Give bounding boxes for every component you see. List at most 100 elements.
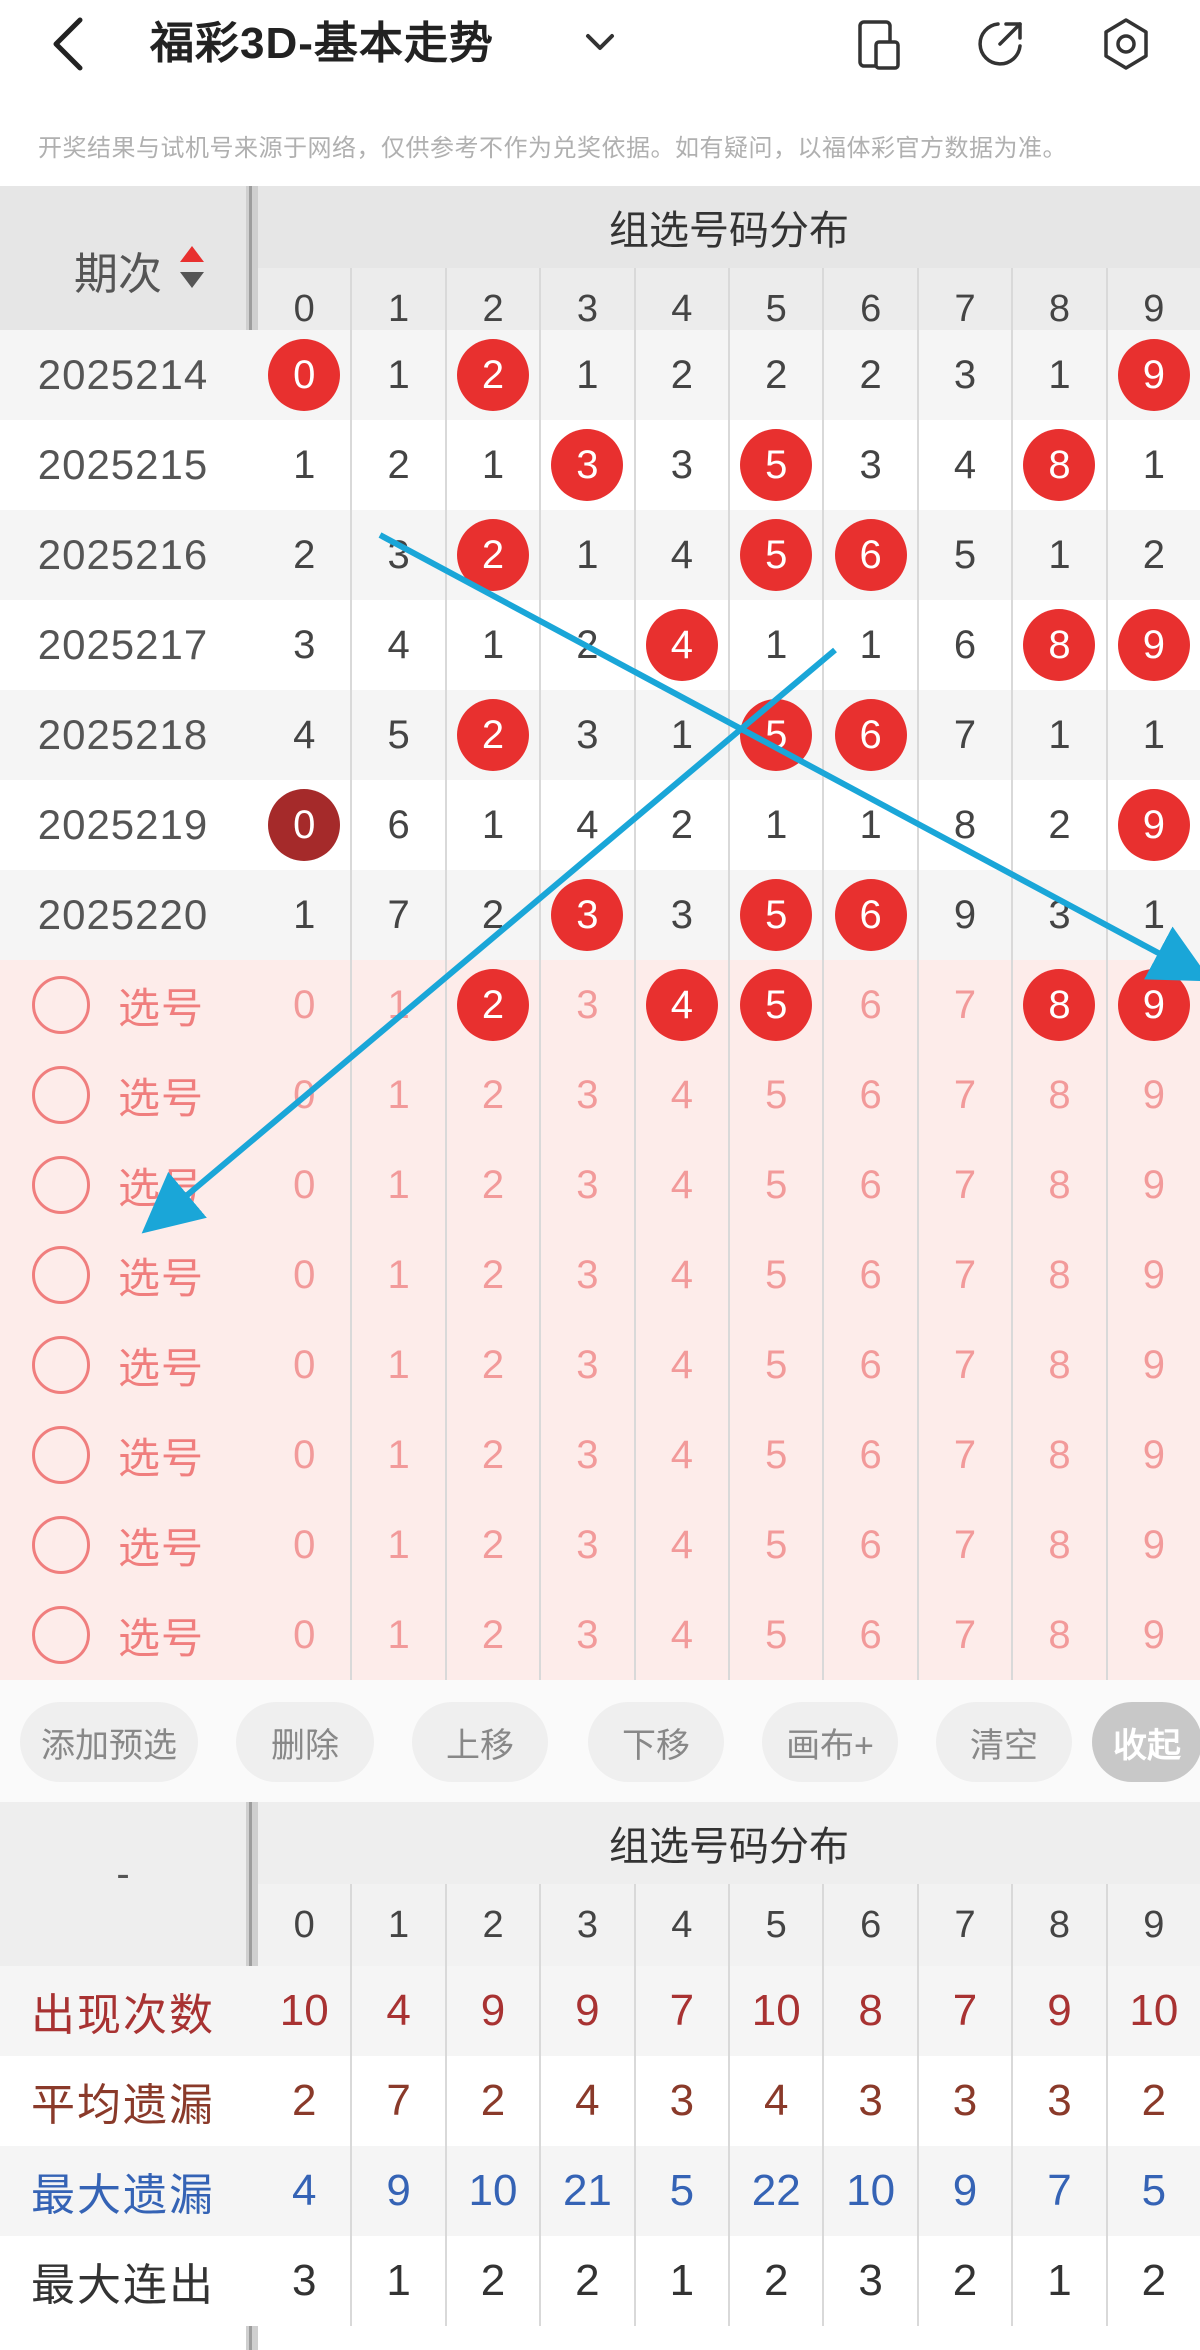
pick-digit-cell[interactable]: 1 <box>350 960 444 1050</box>
digit-cell[interactable]: 3 <box>916 330 1011 420</box>
digit-cell[interactable]: 1 <box>258 870 350 960</box>
table-row[interactable]: 2025217 3 4 1 2 4 1 1 6 8 9 <box>0 600 1200 690</box>
pick-digit-cell[interactable]: 0 <box>258 1410 350 1500</box>
digit-cell[interactable]: 1 <box>1105 870 1200 960</box>
digit-cell[interactable]: 3 <box>822 420 916 510</box>
digit-cell[interactable]: 1 <box>1011 690 1105 780</box>
pick-digit-cell[interactable]: 1 <box>350 1140 444 1230</box>
digit-cell[interactable]: 3 <box>539 870 633 960</box>
pick-row[interactable]: 选号 0 1 2 3 4 5 6 7 8 9 <box>0 1410 1200 1500</box>
pick-radio-circle[interactable] <box>32 1426 90 1484</box>
digit-cell[interactable]: 1 <box>444 780 539 870</box>
back-arrow-icon[interactable] <box>40 12 100 76</box>
digit-cell[interactable]: 8 <box>916 780 1011 870</box>
pick-digit-cell[interactable]: 7 <box>916 1050 1011 1140</box>
digit-cell[interactable]: 1 <box>444 600 539 690</box>
digit-cell[interactable]: 1 <box>633 690 728 780</box>
pick-digit-cell[interactable]: 1 <box>350 1500 444 1590</box>
pick-digit-cell[interactable]: 3 <box>539 1590 633 1680</box>
digit-cell[interactable]: 4 <box>350 600 444 690</box>
pick-digit-cell[interactable]: 2 <box>444 1050 539 1140</box>
pick-digit-cell[interactable]: 2 <box>444 1320 539 1410</box>
pick-selector[interactable]: 选号 <box>0 1140 246 1230</box>
digit-cell[interactable]: 2 <box>822 330 916 420</box>
share-icon[interactable] <box>972 16 1028 72</box>
pick-digit-cell[interactable]: 3 <box>539 960 633 1050</box>
pick-digit-cell[interactable]: 3 <box>539 1500 633 1590</box>
digit-cell[interactable]: 5 <box>728 690 822 780</box>
digit-cell[interactable]: 1 <box>822 780 916 870</box>
pick-digit-cell[interactable]: 6 <box>822 1230 916 1320</box>
pick-digit-cell[interactable]: 8 <box>1011 960 1105 1050</box>
pick-row[interactable]: 选号 0 1 2 3 4 5 6 7 8 9 <box>0 1500 1200 1590</box>
table-row[interactable]: 2025214 0 1 2 1 2 2 2 3 1 9 <box>0 330 1200 420</box>
digit-cell[interactable]: 2 <box>1011 780 1105 870</box>
pick-digit-cell[interactable]: 0 <box>258 1140 350 1230</box>
digit-cell[interactable]: 7 <box>350 870 444 960</box>
pick-digit-cell[interactable]: 5 <box>728 1500 822 1590</box>
digit-cell[interactable]: 2 <box>539 600 633 690</box>
pick-radio-circle[interactable] <box>32 1336 90 1394</box>
sort-icon[interactable] <box>178 242 206 292</box>
digit-cell[interactable]: 1 <box>350 330 444 420</box>
pick-digit-cell[interactable]: 8 <box>1011 1500 1105 1590</box>
digit-cell[interactable]: 5 <box>350 690 444 780</box>
digit-cell[interactable]: 8 <box>1011 420 1105 510</box>
pick-row[interactable]: 选号 0 1 2 3 4 5 6 7 8 9 <box>0 1590 1200 1680</box>
pick-digit-cell[interactable]: 9 <box>1105 1590 1200 1680</box>
digit-cell[interactable]: 2 <box>444 870 539 960</box>
digit-cell[interactable]: 6 <box>822 870 916 960</box>
pick-digit-cell[interactable]: 1 <box>350 1410 444 1500</box>
pick-digit-cell[interactable]: 4 <box>633 1410 728 1500</box>
pick-row[interactable]: 选号 0 1 2 3 4 5 6 7 8 9 <box>0 1320 1200 1410</box>
pick-digit-cell[interactable]: 8 <box>1011 1140 1105 1230</box>
pick-selector[interactable]: 选号 <box>0 1590 246 1680</box>
pick-digit-cell[interactable]: 7 <box>916 1500 1011 1590</box>
pick-digit-cell[interactable]: 5 <box>728 1050 822 1140</box>
toolbar-button-6[interactable]: 收起 <box>1092 1702 1200 1782</box>
digit-cell[interactable]: 6 <box>916 600 1011 690</box>
digit-cell[interactable]: 1 <box>1105 690 1200 780</box>
toolbar-button-0[interactable]: 添加预选 <box>20 1702 198 1782</box>
pick-digit-cell[interactable]: 1 <box>350 1230 444 1320</box>
pick-selector[interactable]: 选号 <box>0 1500 246 1590</box>
pick-digit-cell[interactable]: 1 <box>350 1590 444 1680</box>
digit-cell[interactable]: 6 <box>822 510 916 600</box>
device-switch-icon[interactable] <box>850 16 906 72</box>
pick-digit-cell[interactable]: 4 <box>633 1320 728 1410</box>
pick-digit-cell[interactable]: 6 <box>822 1590 916 1680</box>
digit-cell[interactable]: 2 <box>444 510 539 600</box>
digit-cell[interactable]: 1 <box>728 600 822 690</box>
pick-digit-cell[interactable]: 4 <box>633 1050 728 1140</box>
pick-digit-cell[interactable]: 5 <box>728 1320 822 1410</box>
settings-gear-icon[interactable] <box>1098 16 1154 72</box>
pick-digit-cell[interactable]: 8 <box>1011 1050 1105 1140</box>
digit-cell[interactable]: 2 <box>633 330 728 420</box>
pick-selector[interactable]: 选号 <box>0 1050 246 1140</box>
pick-radio-circle[interactable] <box>32 1066 90 1124</box>
pick-digit-cell[interactable]: 9 <box>1105 1140 1200 1230</box>
pick-digit-cell[interactable]: 0 <box>258 1590 350 1680</box>
pick-digit-cell[interactable]: 3 <box>539 1410 633 1500</box>
pick-digit-cell[interactable]: 2 <box>444 1140 539 1230</box>
pick-digit-cell[interactable]: 0 <box>258 960 350 1050</box>
pick-digit-cell[interactable]: 0 <box>258 1320 350 1410</box>
pick-digit-cell[interactable]: 6 <box>822 1320 916 1410</box>
table-row[interactable]: 2025219 0 6 1 4 2 1 1 8 2 9 <box>0 780 1200 870</box>
page-title[interactable]: 福彩3D-基本走势 <box>150 14 494 74</box>
pick-selector[interactable]: 选号 <box>0 1320 246 1410</box>
pick-row[interactable]: 选号 0 1 2 3 4 5 6 7 8 9 <box>0 1050 1200 1140</box>
digit-cell[interactable]: 5 <box>728 420 822 510</box>
pick-digit-cell[interactable]: 7 <box>916 1230 1011 1320</box>
digit-cell[interactable]: 6 <box>822 690 916 780</box>
pick-digit-cell[interactable]: 8 <box>1011 1230 1105 1320</box>
pick-digit-cell[interactable]: 9 <box>1105 1320 1200 1410</box>
digit-cell[interactable]: 5 <box>916 510 1011 600</box>
pick-digit-cell[interactable]: 2 <box>444 1500 539 1590</box>
digit-cell[interactable]: 9 <box>916 870 1011 960</box>
pick-digit-cell[interactable]: 5 <box>728 960 822 1050</box>
pick-digit-cell[interactable]: 2 <box>444 1410 539 1500</box>
digit-cell[interactable]: 5 <box>728 510 822 600</box>
pick-digit-cell[interactable]: 7 <box>916 960 1011 1050</box>
toolbar-button-5[interactable]: 清空 <box>936 1702 1072 1782</box>
